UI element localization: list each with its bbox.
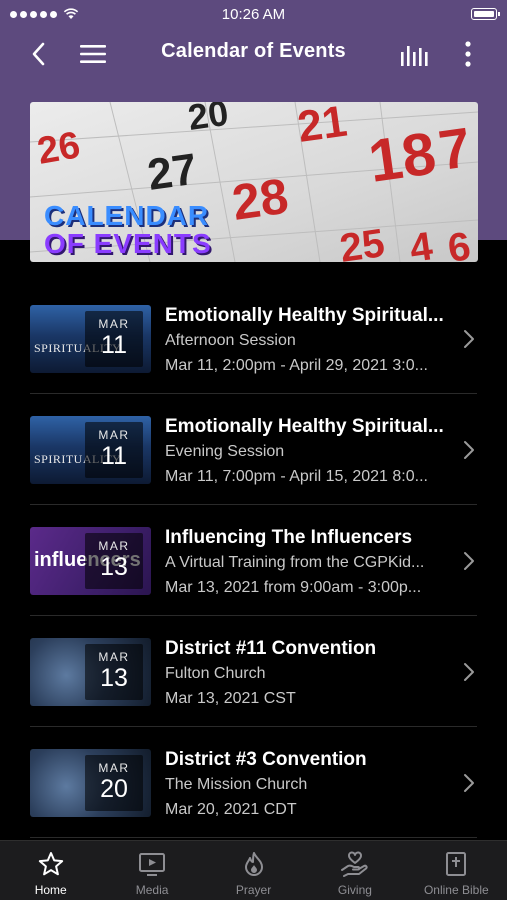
- tab-label: Online Bible: [423, 883, 489, 897]
- hand-heart-icon: [340, 851, 368, 877]
- tab-online-bible[interactable]: Online Bible: [406, 841, 507, 900]
- event-thumbnail: influencers MAR 13: [30, 527, 151, 595]
- tab-label: Prayer: [235, 883, 272, 897]
- event-day: 11: [101, 331, 127, 359]
- event-subtitle: Afternoon Session: [165, 332, 296, 349]
- chevron-right-icon: [464, 552, 474, 570]
- event-day: 20: [100, 775, 128, 803]
- event-item[interactable]: SPIRITUALITY MAR 11 Emotionally Healthy …: [30, 283, 477, 394]
- banner-title: CALENDAR OF EVENTS: [44, 202, 212, 258]
- chevron-right-icon: [464, 663, 474, 681]
- tab-label: Media: [135, 883, 169, 897]
- calendar-number: 4: [407, 224, 436, 262]
- tab-media[interactable]: Media: [101, 841, 202, 900]
- event-date-range: Mar 13, 2021 CST: [165, 690, 296, 707]
- event-day: 13: [100, 664, 128, 692]
- wifi-icon: [63, 8, 79, 19]
- navigation-bar: Calendar of Events: [0, 30, 507, 76]
- event-month: MAR: [98, 428, 130, 442]
- tab-giving[interactable]: Giving: [304, 841, 405, 900]
- event-subtitle: Fulton Church: [165, 665, 266, 682]
- calendar-number: 21: [295, 102, 350, 152]
- calendar-banner-image: 20 21 26 27 28 18 7 25 4 6 CALENDAR OF E…: [30, 102, 478, 262]
- bottom-tab-bar: Home Media Prayer Giving Online Bible: [0, 840, 507, 900]
- event-thumbnail: SPIRITUALITY MAR 11: [30, 416, 151, 484]
- status-bar: 10:26 AM: [0, 0, 507, 28]
- calendar-number: 25: [337, 221, 387, 262]
- event-thumbnail: SPIRITUALITY MAR 11: [30, 305, 151, 373]
- banner-title-line1: CALENDAR: [44, 200, 210, 231]
- chevron-right-icon: [464, 330, 474, 348]
- event-subtitle: Evening Session: [165, 443, 285, 460]
- event-item[interactable]: MAR 13 District #11 Convention Fulton Ch…: [30, 616, 477, 727]
- event-day: 13: [100, 553, 128, 581]
- event-month: MAR: [98, 650, 130, 664]
- event-date-badge: MAR 20: [85, 755, 143, 811]
- bar-columns-icon: [401, 46, 428, 66]
- tab-prayer[interactable]: Prayer: [203, 841, 304, 900]
- event-thumbnail: MAR 13: [30, 638, 151, 706]
- event-date-range: Mar 20, 2021 CDT: [165, 801, 297, 818]
- event-month: MAR: [98, 539, 130, 553]
- event-date-badge: MAR 11: [85, 311, 143, 367]
- bible-icon: [446, 852, 467, 876]
- calendar-number: 6: [445, 224, 473, 262]
- star-icon: [38, 852, 63, 876]
- event-subtitle: A Virtual Training from the CGPKid...: [165, 554, 425, 571]
- event-item[interactable]: influencers MAR 13 Influencing The Influ…: [30, 505, 477, 616]
- signal-indicator: [10, 8, 130, 20]
- signal-dots-icon: [10, 10, 57, 18]
- tab-label: Giving: [337, 883, 372, 897]
- event-date-range: Mar 11, 7:00pm - April 15, 2021 8:0...: [165, 468, 428, 485]
- event-title: Influencing The Influencers: [165, 527, 413, 548]
- view-toggle-button[interactable]: [396, 36, 432, 72]
- event-date-badge: MAR 11: [85, 422, 143, 478]
- tab-home[interactable]: Home: [0, 841, 101, 900]
- banner-title-line2: OF EVENTS: [44, 228, 212, 259]
- event-title: Emotionally Healthy Spiritual...: [165, 416, 444, 437]
- calendar-number: 7: [435, 115, 475, 182]
- calendar-number: 28: [229, 168, 292, 231]
- event-date-range: Mar 13, 2021 from 9:00am - 3:00p...: [165, 579, 422, 596]
- calendar-number: 20: [185, 102, 230, 138]
- flame-icon: [244, 852, 263, 876]
- tv-icon: [139, 853, 166, 876]
- event-date-badge: MAR 13: [85, 533, 143, 589]
- event-title: Emotionally Healthy Spiritual...: [165, 305, 444, 326]
- chevron-right-icon: [464, 774, 474, 792]
- event-thumbnail: MAR 20: [30, 749, 151, 817]
- more-options-button[interactable]: [450, 36, 486, 72]
- event-title: District #11 Convention: [165, 638, 377, 659]
- event-month: MAR: [98, 761, 130, 775]
- event-list: SPIRITUALITY MAR 11 Emotionally Healthy …: [0, 283, 507, 838]
- event-item[interactable]: SPIRITUALITY MAR 11 Emotionally Healthy …: [30, 394, 477, 505]
- event-subtitle: The Mission Church: [165, 776, 308, 793]
- event-item[interactable]: MAR 20 District #3 Convention The Missio…: [30, 727, 477, 838]
- calendar-number: 27: [145, 145, 200, 200]
- status-time: 10:26 AM: [221, 5, 286, 23]
- event-title: District #3 Convention: [165, 749, 367, 770]
- more-vertical-icon: [465, 41, 471, 67]
- event-day: 11: [101, 442, 127, 470]
- calendar-number: 26: [34, 124, 83, 173]
- chevron-right-icon: [464, 441, 474, 459]
- battery-icon: [470, 8, 500, 20]
- tab-label: Home: [34, 883, 67, 897]
- event-month: MAR: [98, 317, 130, 331]
- event-date-badge: MAR 13: [85, 644, 143, 700]
- event-date-range: Mar 11, 2:00pm - April 29, 2021 3:0...: [165, 357, 428, 374]
- calendar-number: 18: [364, 119, 439, 195]
